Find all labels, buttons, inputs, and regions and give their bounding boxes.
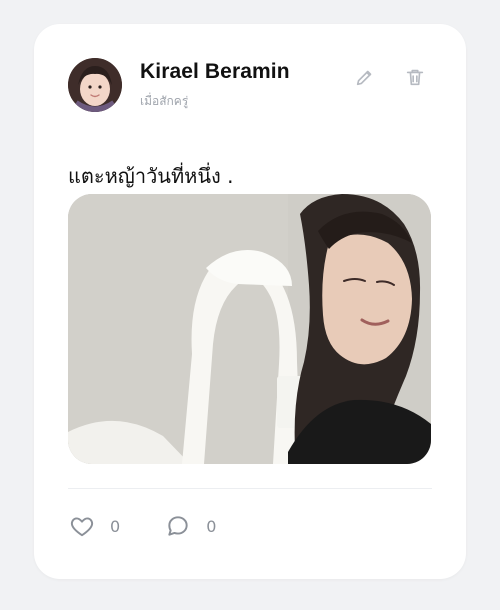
delete-button[interactable] [404,68,426,90]
post-card: Kirael Beramin เมื่อสักครู่ แตะหญ้าวันที… [34,24,466,579]
comment-icon [164,512,192,540]
avatar[interactable] [68,58,122,112]
footer-divider [68,488,432,489]
post-timestamp: เมื่อสักครู่ [140,94,189,108]
edit-button[interactable] [354,68,376,90]
comment-button[interactable]: 0 [164,512,216,540]
post-image[interactable] [68,194,431,464]
like-count: 0 [110,516,121,536]
pencil-icon [354,66,376,92]
trash-icon [404,66,426,92]
post-text: แตะหญ้าวันที่หนึ่ง . [68,164,234,188]
heart-icon [68,512,96,540]
like-button[interactable]: 0 [68,512,120,540]
post-actions [354,68,426,90]
post-footer: 0 0 [68,512,260,540]
comment-count: 0 [206,516,217,536]
post-header: Kirael Beramin เมื่อสักครู่ [68,58,432,114]
author-name[interactable]: Kirael Beramin [140,60,290,84]
